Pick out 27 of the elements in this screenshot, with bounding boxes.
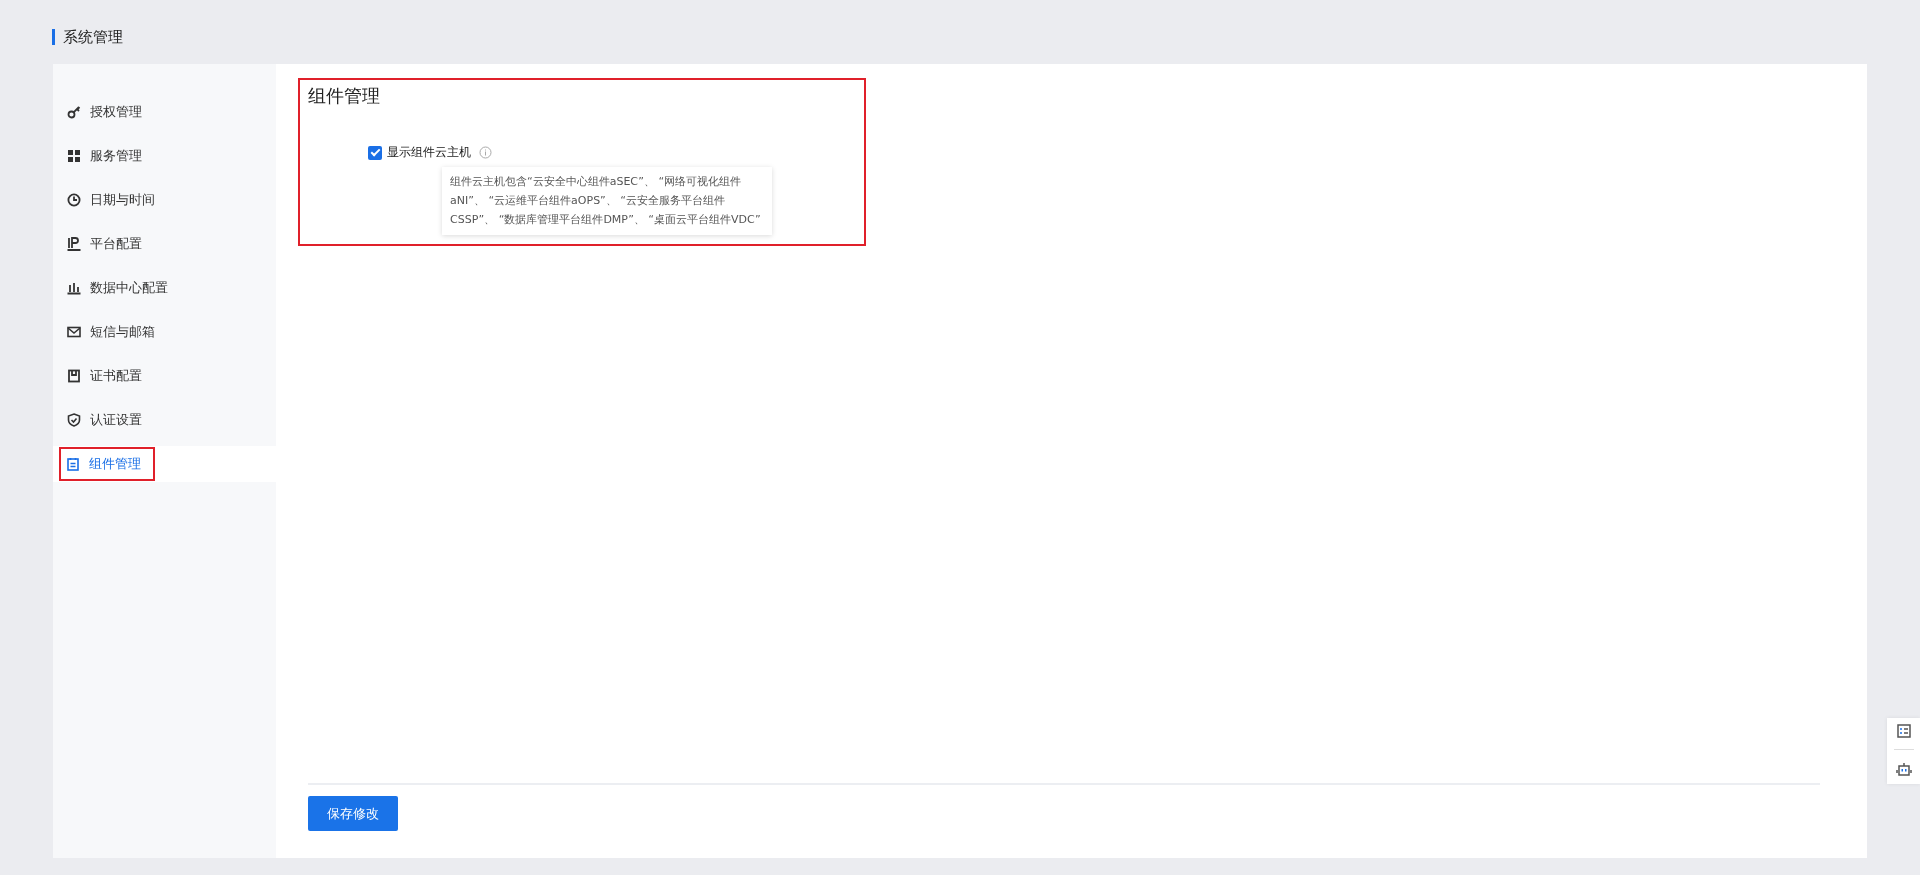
sidebar-item[interactable]: 平台配置 (53, 226, 276, 262)
checkbox[interactable] (368, 145, 382, 160)
sidebar-item[interactable]: 组件管理 (53, 446, 276, 482)
sidebar-item[interactable]: 服务管理 (53, 138, 276, 174)
key-icon (67, 105, 81, 119)
grid-icon (67, 149, 81, 163)
section-title: 组件管理 (308, 84, 381, 108)
sidebar-item[interactable]: 日期与时间 (53, 182, 276, 218)
save-button[interactable]: 保存修改 (308, 796, 398, 831)
sidebar-item[interactable]: 授权管理 (53, 94, 276, 130)
tooltip: 组件云主机包含“云安全中心组件aSEC”、 “网络可视化组件aNI”、 “云运维平台组件aOPS”、 “云安全服务平台组件CSSP”、 “数据库管理平台组件DMP”、 “桌面云平台组件VDC” (442, 167, 772, 235)
sidebar-item[interactable]: 数据中心配置 (53, 270, 276, 306)
bar-chart-icon (67, 281, 81, 295)
document-icon (67, 369, 81, 383)
checkbox-label: 显示组件云主机 (387, 144, 471, 161)
annotation-frame: 组件管理 (59, 447, 155, 481)
checklist-icon[interactable] (1896, 723, 1911, 738)
clock-icon (67, 193, 81, 207)
ip-icon (67, 237, 81, 251)
shield-icon (67, 413, 81, 427)
page-title: 系统管理 (63, 27, 123, 47)
robot-icon[interactable] (1895, 762, 1912, 779)
clipboard-icon (66, 457, 80, 471)
sidebar-item[interactable]: 短信与邮箱 (53, 314, 276, 350)
sidebar-item[interactable]: 认证设置 (53, 402, 276, 438)
envelope-icon (67, 325, 81, 339)
sidebar-item[interactable]: 证书配置 (53, 358, 276, 394)
